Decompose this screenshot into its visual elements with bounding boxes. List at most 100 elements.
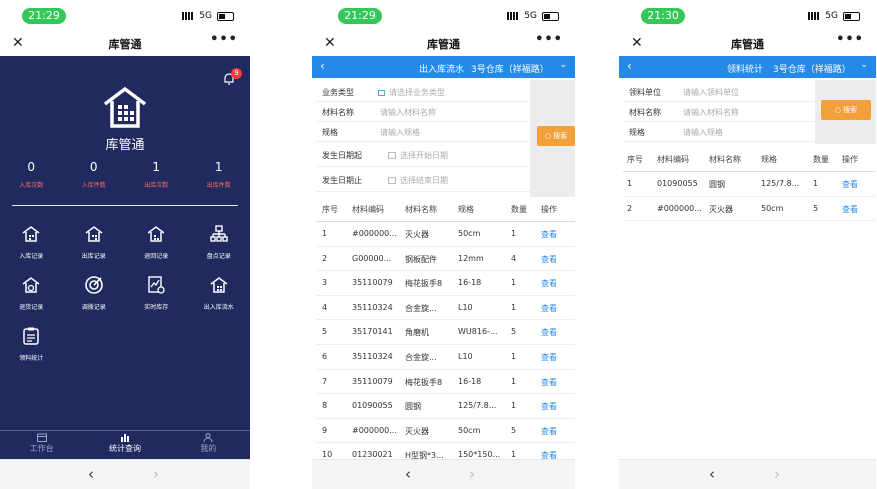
view-link[interactable]: 查看 [541,229,557,240]
spec-input[interactable]: 请输入规格 [683,127,723,138]
view-link[interactable]: 查看 [842,204,858,215]
stat-label: 出库件数 [206,182,231,189]
select-placeholder: 请选择业务类型 [389,88,445,97]
search-button[interactable]: ○ 搜索 [537,126,575,146]
view-link[interactable]: 查看 [541,254,557,265]
table-cell: L10 [458,351,473,361]
table-row: 5 35170141 角磨机 WU816-... 5 查看 [316,320,575,345]
back-icon[interactable]: ‹ [320,59,325,73]
business-type-select[interactable]: 请选择业务类型 [378,87,445,98]
menu-outbound-records[interactable]: 出库记录 [63,224,126,260]
back-icon[interactable]: ‹ [627,59,632,73]
table-cell: 12mm [458,253,484,263]
spec-input[interactable]: 请输入规格 [380,127,420,138]
table-cell: 角磨机 [405,328,429,338]
end-date-picker[interactable]: 选择结束日期 [388,175,448,186]
menu-grid: 入库记录 出库记录 退回记录 盘点记录 退货记录 调拨记录 实时库存 出入库流水… [0,224,250,362]
battery-icon [217,11,234,21]
view-link[interactable]: 查看 [541,352,557,363]
bar-chart-icon [120,434,129,442]
table-cell: 1 [322,229,328,238]
field-label: 领料单位 [629,88,661,97]
stat-value: 1 [214,160,223,174]
forward-arrow-icon[interactable]: › [469,465,475,483]
view-link[interactable]: 查看 [541,327,557,338]
table-cell: 合金旋... [405,303,437,313]
table-cell: 125/7.8... [458,401,497,411]
view-link[interactable]: 查看 [541,278,557,289]
stats-table: 序号 材料编码 材料名称 规格 数量 操作 1 01090055 圆钢 125/7.8... 1 查… [623,147,876,222]
search-label: 搜索 [843,106,858,114]
tab-statistics[interactable]: 统计查询 [83,431,166,459]
more-icon[interactable]: ••• [535,32,563,47]
menu-return-records[interactable]: 退回记录 [125,224,188,260]
network-label: 5G [524,11,537,21]
view-link[interactable]: 查看 [842,179,858,190]
stat-value: 0 [27,160,36,174]
table-cell: 2 [322,253,328,263]
chevron-down-icon[interactable]: ⌄ [860,60,868,70]
forward-arrow-icon[interactable]: › [153,465,159,483]
field-material-name[interactable]: 材料名称 请输入材料名称 [623,102,815,122]
table-cell: 8 [322,401,328,411]
field-business-type[interactable]: 业务类型 请选择业务类型 [316,82,530,102]
stat-inbound-count: 0 入库次数 [0,160,63,189]
table-cell: 150*150... [458,450,501,460]
phone-material-stats: 21:30 5G ✕ 库管通 ••• ‹ 领料统计 3号仓库（祥福路） ⌄ ○ … [619,0,876,489]
more-icon[interactable]: ••• [210,32,238,47]
field-start-date[interactable]: 发生日期起 选择开始日期 [316,142,530,167]
receiving-unit-input[interactable]: 请输入领料单位 [683,87,739,98]
menu-stock-flow[interactable]: 出入库流水 [188,275,251,311]
forward-arrow-icon[interactable]: › [774,465,780,483]
field-receiving-unit[interactable]: 领料单位 请输入领料单位 [623,82,815,102]
signal-status: 5G [808,11,860,21]
back-arrow-icon[interactable]: ‹ [405,465,411,483]
table-cell: 7 [322,376,328,386]
view-link[interactable]: 查看 [541,401,557,412]
search-button[interactable]: ○ 搜索 [821,100,871,120]
menu-material-stats[interactable]: 领料统计 [0,326,63,362]
field-spec[interactable]: 规格 请输入规格 [623,122,815,142]
phone-dashboard: 21:29 5G ✕ 库管通 ••• 9 库管通 0 入库次数 0 入库件数 1 出库… [0,0,250,489]
status-bar: 21:30 5G [619,0,876,32]
menu-inventory-records[interactable]: 盘点记录 [188,224,251,260]
view-link[interactable]: 查看 [541,303,557,314]
menu-realtime-stock[interactable]: 实时库存 [125,275,188,311]
view-link[interactable]: 查看 [541,426,557,437]
table-cell: 灭火器 [405,426,429,436]
table-row: 2 G00000... 钢板配件 12mm 4 查看 [316,247,575,272]
field-label: 规格 [322,128,338,137]
tab-profile[interactable]: 我的 [167,431,250,459]
field-label: 业务类型 [322,88,354,97]
start-date-picker[interactable]: 选择开始日期 [388,150,448,161]
back-arrow-icon[interactable]: ‹ [88,465,94,483]
notification-badge: 9 [231,68,242,79]
back-arrow-icon[interactable]: ‹ [709,465,715,483]
field-label: 材料名称 [322,108,354,117]
more-icon[interactable]: ••• [836,32,864,47]
warehouse-select[interactable]: 3号仓库（祥福路） [773,62,851,75]
tab-workbench[interactable]: 工作台 [0,431,83,459]
material-name-input[interactable]: 请输入材料名称 [380,107,436,118]
table-cell: 1 [511,302,517,312]
chevron-down-icon[interactable]: ⌄ [559,60,567,70]
menu-refund-records[interactable]: 退货记录 [0,275,63,311]
table-cell: 35170141 [352,327,393,337]
col-header: 材料编码 [657,155,689,164]
table-cell: 50cm [761,203,784,213]
table-cell: 6 [322,351,328,361]
menu-transfer-records[interactable]: 调拨记录 [63,275,126,311]
field-material-name[interactable]: 材料名称 请输入材料名称 [316,102,530,122]
menu-label: 退回记录 [144,253,169,260]
table-cell: 1 [511,229,517,238]
field-spec[interactable]: 规格 请输入规格 [316,122,530,142]
table-cell: 灭火器 [709,204,733,214]
field-end-date[interactable]: 发生日期止 选择结束日期 [316,167,530,192]
calendar-icon [388,152,396,159]
menu-inbound-records[interactable]: 入库记录 [0,224,63,260]
view-link[interactable]: 查看 [541,377,557,388]
warehouse-select[interactable]: 3号仓库（祥福路） [471,62,549,75]
table-cell: 1 [511,401,517,411]
bottom-tab-bar: 工作台 统计查询 我的 [0,430,250,459]
material-name-input[interactable]: 请输入材料名称 [683,107,739,118]
